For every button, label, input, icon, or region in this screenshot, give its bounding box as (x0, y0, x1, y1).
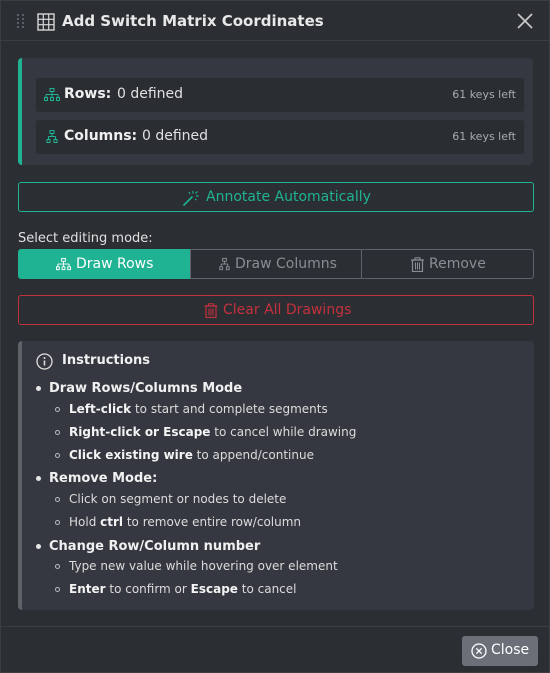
remove-mode-label: Remove (429, 256, 486, 272)
instructions-title: Instructions (62, 353, 151, 368)
annotate-label: Annotate Automatically (206, 189, 371, 205)
mode-label: Select editing mode: (18, 231, 153, 246)
trash-icon (411, 257, 424, 272)
draw-columns-label: Draw Columns (235, 256, 337, 272)
columns-summary: Columns: 0 defined 61 keys left (36, 120, 524, 154)
draw-rows-label: Draw Rows (76, 256, 154, 272)
rows-summary: Rows: 0 defined 61 keys left (36, 78, 524, 112)
rows-icon (56, 257, 71, 271)
trash-icon (204, 303, 218, 318)
close-label: Close (491, 642, 530, 658)
draw-columns-button[interactable]: Draw Columns (190, 249, 362, 279)
instructions-panel: Instructions Draw Rows/Columns Mode Left… (18, 341, 534, 610)
clear-all-drawings-button[interactable]: Clear All Drawings (18, 295, 534, 325)
dialog-footer: Close (1, 626, 549, 673)
annotate-automatically-button[interactable]: Annotate Automatically (18, 182, 534, 212)
columns-icon (219, 257, 230, 271)
drag-handle-icon[interactable] (17, 14, 25, 28)
editing-mode-group: Draw Rows Draw Columns Remove (18, 249, 534, 279)
dialog-title: Add Switch Matrix Coordinates (62, 12, 324, 30)
rows-value: 0 defined (117, 86, 184, 102)
rows-keys-left: 61 keys left (452, 88, 516, 101)
columns-label: Columns: (64, 128, 138, 144)
remove-mode-button[interactable]: Remove (361, 249, 534, 279)
columns-keys-left: 61 keys left (452, 130, 516, 143)
info-icon (36, 353, 53, 370)
rows-label: Rows: (64, 86, 112, 102)
columns-icon (46, 130, 58, 143)
close-circle-icon (471, 643, 487, 659)
rows-icon (44, 88, 60, 101)
columns-value: 0 defined (142, 128, 209, 144)
grid-icon (37, 13, 55, 31)
magic-wand-icon (182, 191, 199, 207)
clear-all-label: Clear All Drawings (223, 302, 352, 318)
close-button[interactable]: Close (462, 636, 538, 666)
draw-rows-button[interactable]: Draw Rows (18, 249, 191, 279)
matrix-summary: Rows: 0 defined 61 keys left Columns: 0 … (18, 58, 533, 165)
dialog-header: Add Switch Matrix Coordinates (1, 1, 549, 41)
close-icon[interactable] (515, 11, 535, 31)
dialog: Add Switch Matrix Coordinates Rows: 0 de… (0, 0, 550, 673)
